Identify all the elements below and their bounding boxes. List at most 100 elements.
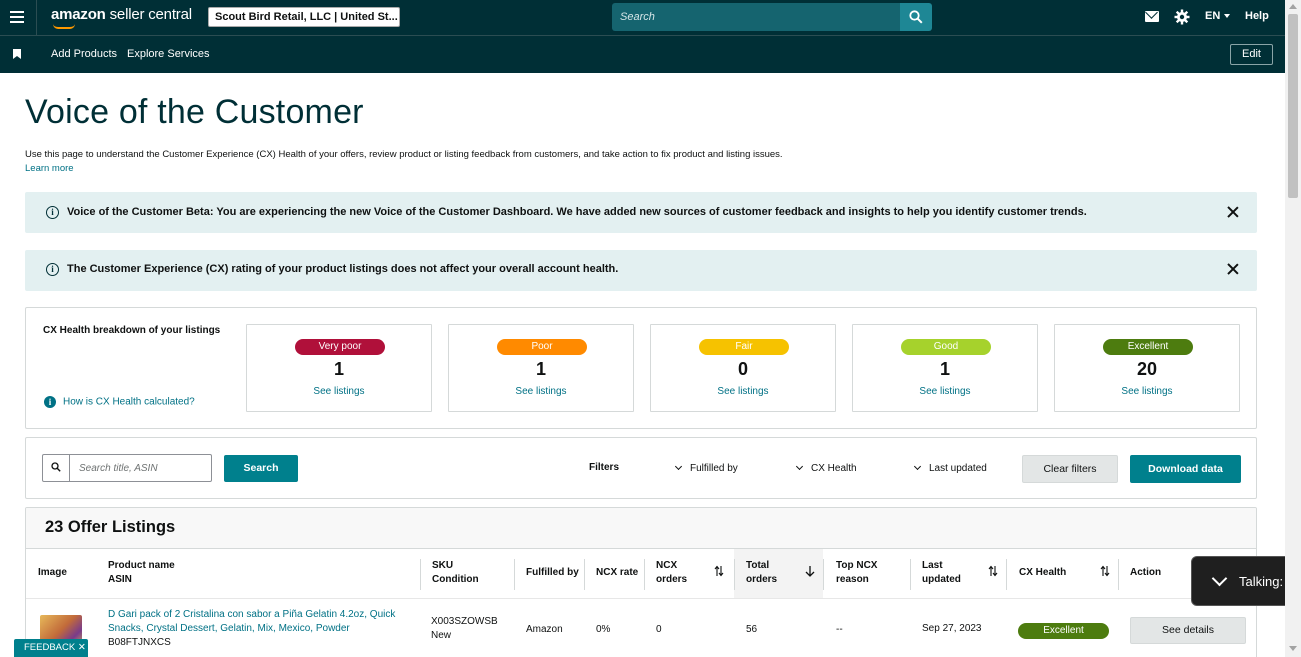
col-label: NCX (656, 560, 678, 571)
sort-arrows-icon[interactable] (1100, 565, 1110, 577)
top-ncx-reason-value: -- (836, 624, 843, 635)
info-icon: i (46, 263, 59, 276)
breakdown-title: CX Health breakdown of your listings (43, 325, 221, 336)
ncx-rate-value: 0% (596, 624, 611, 635)
see-listings-link[interactable]: See listings (1055, 386, 1239, 397)
help-link[interactable]: Help (1245, 10, 1269, 22)
hamburger-menu-icon[interactable] (10, 11, 24, 23)
filter-last-updated[interactable]: Last updated (913, 462, 987, 474)
download-data-button[interactable]: Download data (1130, 455, 1241, 483)
total-orders-value: 56 (746, 624, 758, 635)
search-icon (51, 462, 61, 472)
cx-badge: Excellent (1103, 339, 1193, 355)
col-label: Total (746, 560, 770, 571)
offer-listings-table: 23 Offer Listings Image Product name ASIN… (25, 507, 1257, 657)
cx-badge: Poor (497, 339, 587, 355)
amazon-seller-central-logo[interactable]: amazon seller central (51, 6, 192, 29)
clear-filters-button[interactable]: Clear filters (1022, 455, 1118, 483)
col-label: Top NCX (836, 560, 878, 571)
learn-more-link[interactable]: Learn more (25, 163, 74, 174)
scrollbar-thumb[interactable] (1288, 14, 1298, 198)
page-description: Use this page to understand the Customer… (25, 149, 783, 160)
language-label: EN (1205, 10, 1221, 22)
ncx-orders-value: 0 (656, 624, 662, 635)
col-sku[interactable]: SKU Condition (432, 559, 479, 587)
col-divider (514, 559, 515, 590)
col-divider (910, 559, 911, 590)
cx-card-very-poor: Very poor 1 See listings (246, 324, 432, 412)
col-total-orders[interactable]: Total orders (746, 559, 777, 587)
sort-down-arrow-icon[interactable] (805, 565, 815, 577)
col-action: Action (1130, 567, 1162, 578)
col-label: Product name (108, 560, 175, 571)
listings-title: 23 Offer Listings (45, 518, 176, 536)
language-selector[interactable]: EN (1205, 10, 1231, 22)
sku-cell: X003SZOWSB New (431, 615, 498, 643)
listing-search-input[interactable]: Search title, ASIN (42, 454, 212, 482)
chevron-down-icon[interactable] (1211, 570, 1228, 587)
cx-count: 1 (939, 359, 950, 379)
col-fulfilled-by[interactable]: Fulfilled by (526, 566, 579, 580)
filter-label: Last updated (929, 463, 987, 474)
bookmark-icon[interactable] (13, 49, 21, 59)
see-listings-link[interactable]: See listings (651, 386, 835, 397)
see-listings-link[interactable]: See listings (247, 386, 431, 397)
account-switcher[interactable]: Scout Bird Retail, LLC | United St... (208, 7, 400, 27)
global-search-button[interactable] (900, 3, 932, 31)
alert-message: The Customer Experience (CX) rating of y… (67, 263, 619, 275)
explore-services-link[interactable]: Explore Services (127, 48, 210, 60)
col-label: ASIN (108, 574, 132, 585)
fulfilled-by-value: Amazon (526, 624, 563, 635)
col-divider (1118, 559, 1119, 590)
close-icon[interactable] (1227, 263, 1239, 275)
see-listings-link[interactable]: See listings (449, 386, 633, 397)
sort-arrows-icon[interactable] (714, 565, 724, 577)
col-ncx-rate[interactable]: NCX rate (596, 566, 638, 580)
col-ncx-orders[interactable]: NCX orders (656, 559, 687, 587)
feedback-tab[interactable]: FEEDBACK ✕ (14, 639, 88, 657)
cx-health-badge: Excellent (1018, 623, 1109, 639)
scroll-up-arrow-icon[interactable] (1289, 4, 1297, 9)
col-product-name[interactable]: Product name ASIN (108, 559, 175, 587)
see-listings-link[interactable]: See listings (853, 386, 1037, 397)
filter-label: Fulfilled by (690, 463, 738, 474)
info-icon: i (44, 396, 56, 408)
scroll-down-arrow-icon[interactable] (1289, 646, 1297, 651)
search-icon-box (43, 455, 70, 481)
nav-divider (36, 0, 37, 36)
see-details-button[interactable]: See details (1130, 617, 1246, 644)
cx-card-excellent: Excellent 20 See listings (1054, 324, 1240, 412)
how-calculated-link[interactable]: i How is CX Health calculated? (44, 396, 195, 408)
cx-count: 1 (333, 359, 344, 379)
filter-cx-health[interactable]: CX Health (795, 462, 857, 474)
sku-value: X003SZOWSB (431, 616, 498, 627)
listing-search-panel: Search title, ASIN Search Filters Fulfil… (25, 437, 1257, 499)
cx-count: 1 (535, 359, 546, 379)
listings-header: 23 Offer Listings (26, 508, 1256, 549)
cx-badge: Good (901, 339, 991, 355)
filter-fulfilled-by[interactable]: Fulfilled by (674, 462, 738, 474)
col-cx-health[interactable]: CX Health (1019, 566, 1066, 580)
global-search-input[interactable]: Search (612, 3, 902, 31)
search-icon (909, 10, 923, 24)
add-products-link[interactable]: Add Products (51, 48, 117, 60)
sort-arrows-icon[interactable] (988, 565, 998, 577)
cx-rating-alert: i The Customer Experience (CX) rating of… (25, 250, 1257, 291)
search-placeholder: Search title, ASIN (79, 463, 158, 474)
col-divider (584, 559, 585, 590)
col-label: SKU (432, 560, 454, 571)
col-last-updated[interactable]: Last updated (922, 559, 961, 587)
col-top-ncx-reason[interactable]: Top NCX reason (836, 559, 877, 587)
filter-label: CX Health (811, 463, 857, 474)
col-divider (1006, 559, 1007, 590)
product-name-link[interactable]: D Gari pack of 2 Cristalina con sabor a … (108, 608, 418, 636)
how-calculated-label: How is CX Health calculated? (63, 396, 195, 408)
asin-value: B08FTJNXCS (108, 637, 171, 648)
gear-icon[interactable] (1174, 9, 1190, 25)
mail-icon[interactable] (1145, 11, 1159, 22)
cx-card-good: Good 1 See listings (852, 324, 1038, 412)
page-scrollbar[interactable] (1285, 0, 1301, 657)
close-icon[interactable] (1227, 206, 1239, 218)
search-button[interactable]: Search (224, 455, 298, 482)
edit-button[interactable]: Edit (1230, 44, 1273, 65)
